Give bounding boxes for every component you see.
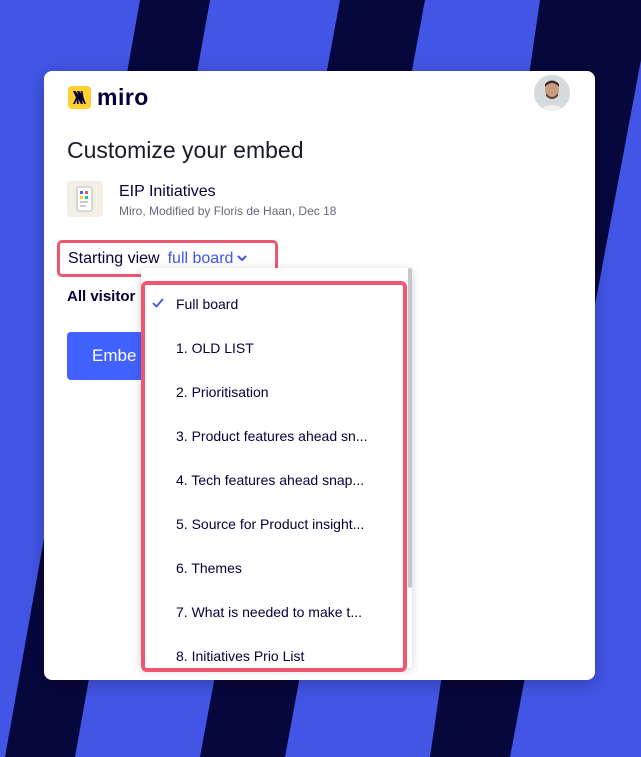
menu-item-frame[interactable]: 7. What is needed to make t... — [141, 590, 412, 634]
visitors-label: All visitor — [67, 288, 136, 305]
menu-item-frame[interactable]: 8. Initiatives Prio List — [141, 634, 412, 678]
starting-view-menu: Full board 1. OLD LIST 2. Prioritisation… — [141, 268, 412, 668]
menu-item-frame[interactable]: 1. OLD LIST — [141, 326, 412, 370]
board-thumbnail — [67, 181, 103, 217]
board-name: EIP Initiatives — [119, 183, 216, 200]
menu-item-full-board[interactable]: Full board — [141, 282, 412, 326]
menu-item-frame[interactable]: 5. Source for Product insight... — [141, 502, 412, 546]
menu-item-frame[interactable]: 6. Themes — [141, 546, 412, 590]
miro-logo-icon — [68, 86, 91, 109]
menu-scrollbar[interactable] — [408, 268, 412, 588]
starting-view-value: full board — [167, 249, 234, 267]
menu-item-label: Full board — [176, 296, 239, 312]
board-meta: Miro, Modified by Floris de Haan, Dec 18 — [119, 204, 337, 218]
miro-logo[interactable]: miro — [68, 84, 149, 111]
starting-view-label: Starting view — [68, 249, 160, 267]
menu-list: Full board 1. OLD LIST 2. Prioritisation… — [141, 282, 412, 678]
menu-item-label: 5. Source for Product insight... — [176, 516, 365, 532]
menu-item-frame[interactable]: 3. Product features ahead sn... — [141, 414, 412, 458]
avatar[interactable] — [534, 75, 570, 111]
menu-item-label: 2. Prioritisation — [176, 384, 269, 400]
menu-item-label: 3. Product features ahead sn... — [176, 428, 368, 444]
starting-view-dropdown[interactable]: full board — [168, 250, 248, 268]
menu-item-label: 8. Initiatives Prio List — [176, 648, 305, 664]
board-thumbnail-icon — [76, 186, 93, 212]
chevron-down-icon — [237, 255, 247, 261]
menu-item-frame[interactable]: 2. Prioritisation — [141, 370, 412, 414]
menu-item-label: 6. Themes — [176, 560, 242, 576]
check-icon — [152, 298, 164, 308]
avatar-icon — [534, 75, 570, 111]
page-title: Customize your embed — [67, 137, 304, 163]
logo-text: miro — [97, 84, 149, 110]
menu-item-label: 7. What is needed to make t... — [176, 604, 362, 620]
menu-item-label: 4. Tech features ahead snap... — [176, 472, 365, 488]
menu-item-label: 1. OLD LIST — [176, 340, 254, 356]
menu-item-frame[interactable]: 4. Tech features ahead snap... — [141, 458, 412, 502]
